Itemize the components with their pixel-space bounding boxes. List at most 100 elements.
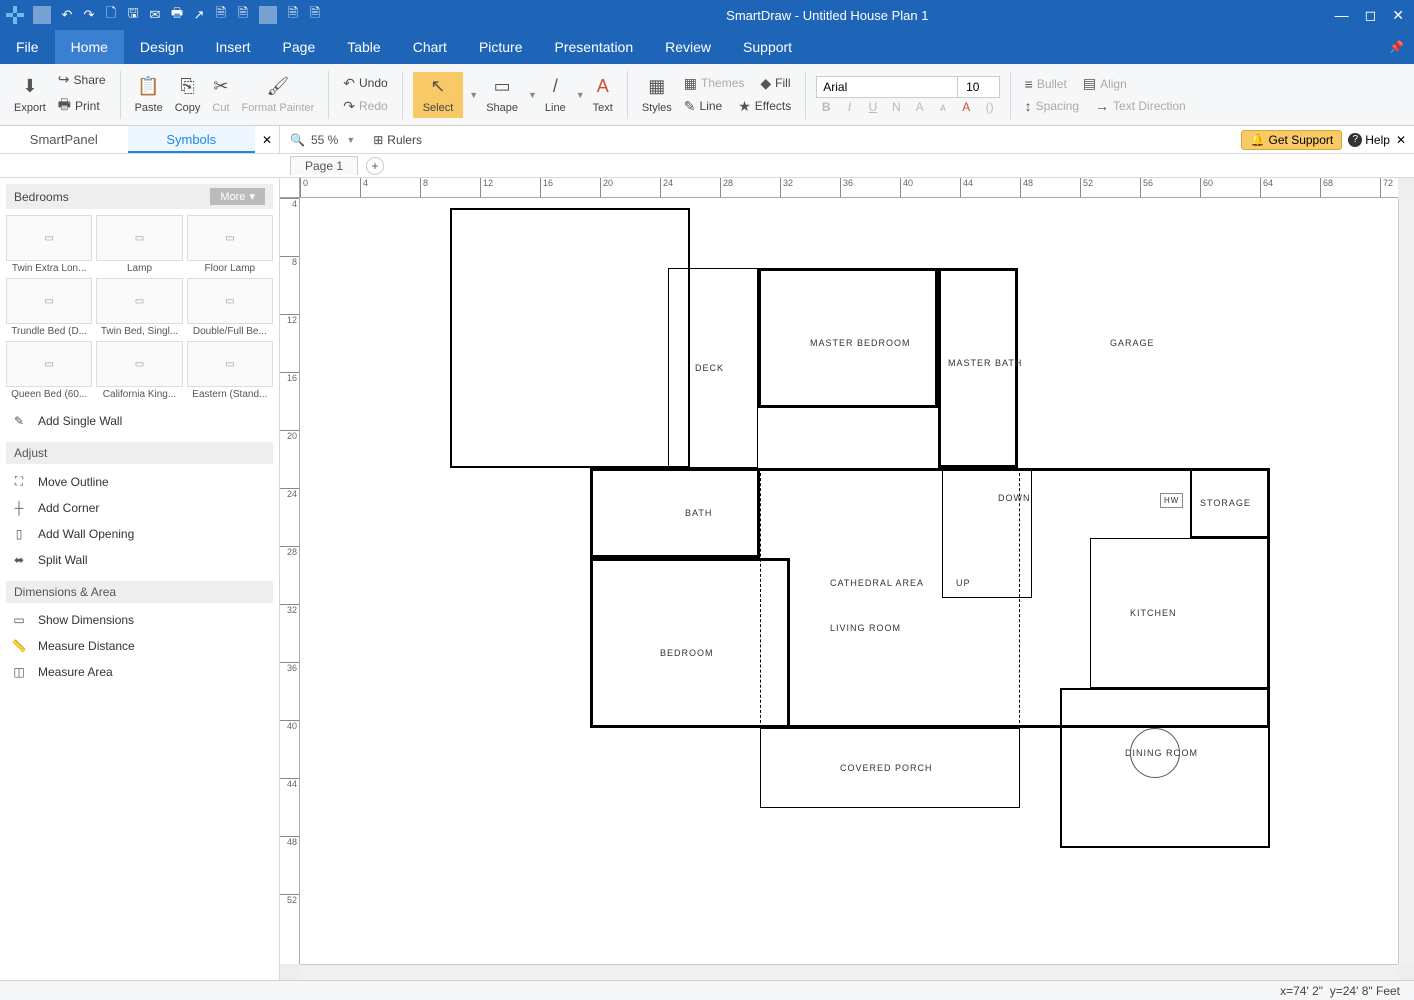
underline-button[interactable]: U bbox=[863, 100, 883, 114]
menu-support[interactable]: Support bbox=[727, 30, 808, 64]
menu-design[interactable]: Design bbox=[124, 30, 200, 64]
undo-button[interactable]: ↶Undo bbox=[339, 73, 391, 94]
redo-icon: ↷ bbox=[343, 98, 355, 115]
grow-font-button[interactable]: A bbox=[910, 100, 930, 114]
stairs-up: UP bbox=[956, 578, 971, 588]
symbol-item[interactable]: ▭Lamp bbox=[96, 215, 182, 274]
symbol-item[interactable]: ▭Double/Full Be... bbox=[187, 278, 273, 337]
minimize-icon[interactable]: — bbox=[1331, 7, 1353, 24]
shrink-font-button[interactable]: ᴀ bbox=[933, 100, 953, 114]
close-icon[interactable]: ✕ bbox=[1388, 7, 1408, 24]
pin-ribbon-icon[interactable]: 📌 bbox=[1379, 30, 1414, 64]
export-button[interactable]: ⬇Export bbox=[10, 74, 50, 116]
zoom-dropdown-icon[interactable]: ▼ bbox=[346, 135, 355, 145]
help-button[interactable]: ?Help bbox=[1348, 133, 1390, 147]
copy-button[interactable]: ⎘Copy bbox=[171, 74, 205, 116]
mail-icon[interactable]: ✉ bbox=[146, 6, 164, 24]
cut-button[interactable]: ✂Cut bbox=[208, 74, 233, 116]
drawing-canvas[interactable]: GARAGE MASTER BEDROOM MASTER BATH DECK B… bbox=[300, 198, 1398, 964]
bullet-button[interactable]: ≡Bullet bbox=[1021, 74, 1071, 94]
symbol-item[interactable]: ▭Trundle Bed (D... bbox=[6, 278, 92, 337]
tab-symbols[interactable]: Symbols bbox=[128, 126, 256, 153]
themes-button[interactable]: ▦Themes bbox=[680, 73, 749, 94]
menu-chart[interactable]: Chart bbox=[397, 30, 463, 64]
shape-tool[interactable]: ▭Shape bbox=[482, 74, 522, 116]
align-button[interactable]: ▤Align bbox=[1079, 73, 1131, 94]
menu-table[interactable]: Table bbox=[331, 30, 396, 64]
rulers-toggle[interactable]: ⊞Rulers bbox=[365, 133, 430, 147]
new-icon[interactable]: 🗋 bbox=[102, 6, 120, 24]
menu-picture[interactable]: Picture bbox=[463, 30, 539, 64]
close-help-icon[interactable]: ✕ bbox=[1396, 133, 1406, 147]
fill-button[interactable]: ◆Fill bbox=[756, 73, 794, 94]
close-panel-icon[interactable]: ✕ bbox=[255, 126, 279, 153]
italic-button[interactable]: I bbox=[840, 100, 860, 114]
show-dimensions[interactable]: ▭Show Dimensions bbox=[6, 607, 273, 633]
symbol-item[interactable]: ▭Twin Bed, Singl... bbox=[96, 278, 182, 337]
redo-icon[interactable]: ↷ bbox=[80, 6, 98, 24]
share-button[interactable]: ↪Share bbox=[54, 69, 110, 90]
symbol-thumb: ▭ bbox=[6, 341, 92, 387]
get-support-button[interactable]: 🔔 Get Support bbox=[1241, 130, 1342, 150]
shape-dropdown-icon[interactable]: ▼ bbox=[528, 90, 537, 100]
symbol-item[interactable]: ▭Floor Lamp bbox=[187, 215, 273, 274]
bold-button[interactable]: B bbox=[816, 100, 836, 114]
maximize-icon[interactable]: ◻ bbox=[1361, 7, 1381, 24]
add-corner[interactable]: ┼Add Corner bbox=[6, 495, 273, 521]
select-tool[interactable]: ↖Select bbox=[413, 72, 464, 118]
symbol-item[interactable]: ▭Eastern (Stand... bbox=[187, 341, 273, 400]
symbol-label: Twin Bed, Singl... bbox=[96, 326, 182, 337]
menu-insert[interactable]: Insert bbox=[200, 30, 267, 64]
font-name-input[interactable] bbox=[817, 77, 957, 97]
menu-page[interactable]: Page bbox=[267, 30, 332, 64]
print-icon[interactable]: 🖶 bbox=[168, 6, 186, 24]
symbol-item[interactable]: ▭Queen Bed (60... bbox=[6, 341, 92, 400]
add-single-wall[interactable]: ✎Add Single Wall bbox=[6, 408, 273, 434]
print-button[interactable]: 🖶Print bbox=[54, 92, 110, 120]
move-outline[interactable]: ⛶Move Outline bbox=[6, 468, 273, 495]
save-icon[interactable]: 🖫 bbox=[124, 6, 142, 24]
page-tab-1[interactable]: Page 1 bbox=[290, 156, 358, 175]
symbol-label: Eastern (Stand... bbox=[187, 389, 273, 400]
add-wall-opening[interactable]: ▯Add Wall Opening bbox=[6, 521, 273, 547]
room-garage: GARAGE bbox=[1110, 338, 1155, 348]
styles-button[interactable]: ▦Styles bbox=[638, 74, 676, 116]
text-tool[interactable]: AText bbox=[589, 74, 617, 116]
menu-presentation[interactable]: Presentation bbox=[539, 30, 650, 64]
line-dropdown-icon[interactable]: ▼ bbox=[576, 90, 585, 100]
doc2-icon[interactable]: 🗎 bbox=[234, 6, 252, 24]
vertical-scrollbar[interactable] bbox=[1398, 198, 1414, 964]
spacing-button[interactable]: ↕Spacing bbox=[1021, 96, 1083, 116]
add-page-button[interactable]: + bbox=[366, 157, 384, 175]
symbol-item[interactable]: ▭Twin Extra Lon... bbox=[6, 215, 92, 274]
doc4-icon[interactable]: 🗎 bbox=[306, 6, 324, 24]
menu-review[interactable]: Review bbox=[649, 30, 727, 64]
measure-area[interactable]: ◫Measure Area bbox=[6, 659, 273, 685]
horizontal-scrollbar[interactable] bbox=[300, 964, 1398, 980]
undo-icon[interactable]: ↶ bbox=[58, 6, 76, 24]
measure-distance[interactable]: 📏Measure Distance bbox=[6, 633, 273, 659]
zoom-icon[interactable]: 🔍 bbox=[290, 133, 305, 147]
tab-smartpanel[interactable]: SmartPanel bbox=[0, 126, 128, 153]
line-style-button[interactable]: ✎Line bbox=[680, 96, 726, 117]
doc3-icon[interactable]: 🗎 bbox=[284, 6, 302, 24]
split-wall[interactable]: ⬌Split Wall bbox=[6, 547, 273, 573]
menu-home[interactable]: Home bbox=[55, 30, 124, 64]
format-painter-button[interactable]: 🖌Format Painter bbox=[238, 74, 319, 116]
more-symbols-button[interactable]: More▾ bbox=[210, 188, 265, 205]
redo-button[interactable]: ↷Redo bbox=[339, 96, 391, 117]
doc1-icon[interactable]: 🗎 bbox=[212, 6, 230, 24]
symbol-item[interactable]: ▭California King... bbox=[96, 341, 182, 400]
line-tool[interactable]: /Line bbox=[541, 74, 570, 116]
font-color-button[interactable]: A bbox=[956, 100, 976, 114]
select-dropdown-icon[interactable]: ▼ bbox=[469, 90, 478, 100]
text-direction-button[interactable]: →Text Direction bbox=[1091, 96, 1190, 116]
floor-plan[interactable]: GARAGE MASTER BEDROOM MASTER BATH DECK B… bbox=[450, 208, 1270, 888]
menu-file[interactable]: File bbox=[0, 30, 55, 64]
paste-button[interactable]: 📋Paste bbox=[131, 74, 167, 116]
export-icon[interactable]: ↗ bbox=[190, 6, 208, 24]
strike-button[interactable]: N bbox=[886, 100, 906, 114]
effects-button[interactable]: ★Effects bbox=[734, 96, 795, 117]
symbol-button[interactable]: () bbox=[980, 100, 1000, 114]
font-size-input[interactable] bbox=[957, 77, 987, 97]
